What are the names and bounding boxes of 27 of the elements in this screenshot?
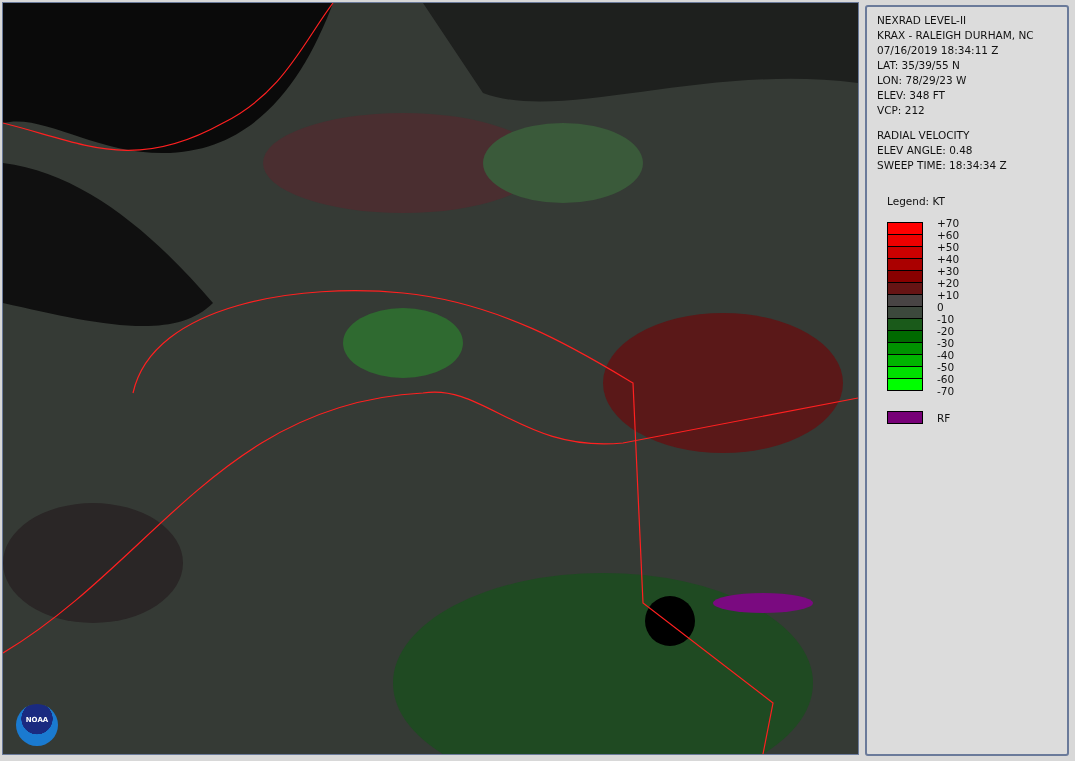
legend-label: +70: [937, 217, 960, 229]
info-text: 07/16/2019 18:34:11 Z: [877, 43, 1000, 58]
info-text: SWEEP TIME: 18:34:34 Z: [877, 158, 1008, 173]
legend-label: +60: [937, 229, 960, 241]
legend-label: 0: [937, 301, 945, 313]
legend-label: +30: [937, 265, 960, 277]
info-text: NEXRAD LEVEL-II: [877, 13, 968, 28]
legend-label: -10: [937, 313, 956, 325]
legend-title: Legend: KT: [887, 195, 946, 207]
info-text: RADIAL VELOCITY: [877, 128, 971, 143]
info-text: LAT: 35/39/55 N: [877, 58, 961, 73]
legend-label: -20: [937, 325, 956, 337]
info-text: VCP: 212: [877, 103, 926, 118]
legend-label: -30: [937, 337, 956, 349]
info-text: LON: 78/29/23 W: [877, 73, 968, 88]
legend-label: +40: [937, 253, 960, 265]
legend-label: -50: [937, 361, 956, 373]
legend-label: -60: [937, 373, 956, 385]
info-text: KRAX - RALEIGH DURHAM, NC: [877, 28, 1035, 43]
legend-label: RF: [937, 411, 951, 424]
legend-label: -70: [937, 385, 956, 397]
legend-label: -40: [937, 349, 956, 361]
info-text: ELEV: 348 FT: [877, 88, 946, 103]
info-text: ELEV ANGLE: 0.48: [877, 143, 974, 158]
legend-label: +20: [937, 277, 960, 289]
legend-label: +50: [937, 241, 960, 253]
legend-label: +10: [937, 289, 960, 301]
